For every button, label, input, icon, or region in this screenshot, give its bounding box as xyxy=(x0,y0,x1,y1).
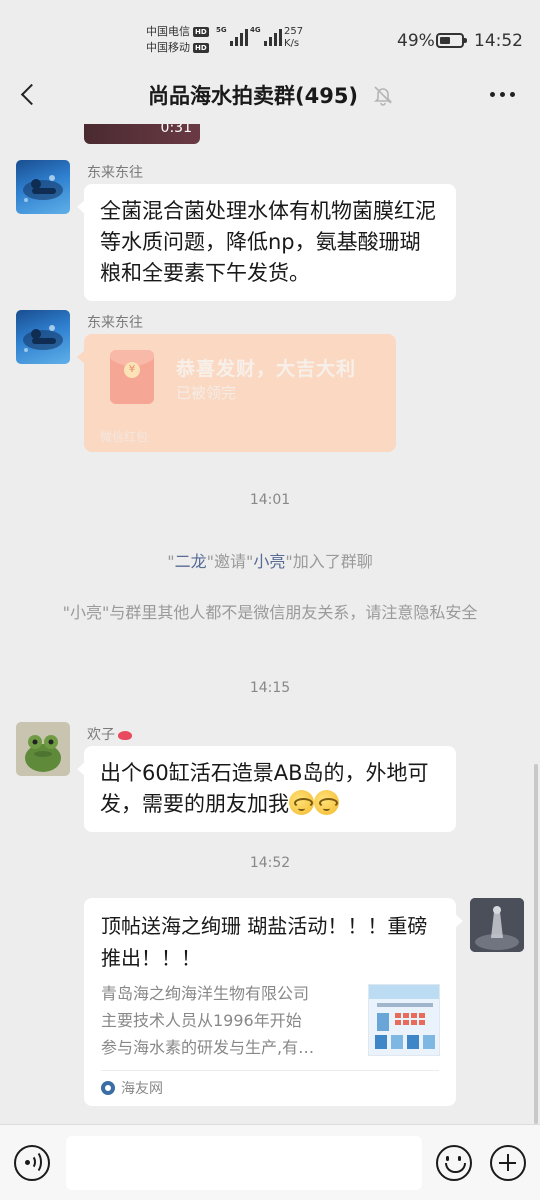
input-bar xyxy=(0,1124,540,1200)
avatar[interactable] xyxy=(16,722,70,776)
carrier-1: 中国电信 xyxy=(146,25,190,38)
bell-off-icon xyxy=(374,86,392,106)
shared-link-card[interactable]: 顶帖送海之绚珊 瑚盐活动！！！重磅推出！！！ 青岛海之绚海洋生物有限公司 主要技… xyxy=(84,898,463,1106)
network-speed: 257 K/s xyxy=(284,26,304,49)
source-logo-icon xyxy=(101,1081,115,1095)
carrier-info: 中国电信 HD 中国移动 HD xyxy=(146,24,209,56)
smirk-emoji-icon xyxy=(289,790,314,815)
chat-header: 尚品海水拍卖群(495) xyxy=(0,64,540,124)
battery-icon xyxy=(436,33,467,48)
smirk-emoji-icon xyxy=(314,790,339,815)
card-thumbnail xyxy=(368,984,440,1056)
timestamp: 14:52 xyxy=(249,855,291,871)
voice-icon[interactable] xyxy=(14,1145,50,1181)
hd-badge-1: HD xyxy=(193,27,209,37)
diver-avatar-image xyxy=(23,325,63,352)
message-input[interactable] xyxy=(66,1136,422,1190)
red-packet-title: 恭喜发财，大吉大利 xyxy=(176,358,357,380)
emoji-icon[interactable] xyxy=(436,1145,472,1181)
frog-avatar-image xyxy=(25,735,61,772)
carrier-2: 中国移动 xyxy=(146,41,190,54)
message-bubble[interactable]: 出个60缸活石造景AB岛的，外地可发，需要的朋友加我 xyxy=(77,746,456,832)
system-privacy-notice: "小亮"与群里其他人都不是微信朋友关系，请注意隐私安全 xyxy=(62,603,478,622)
diver-avatar-image xyxy=(23,175,63,202)
status-bar: 中国电信 HD 中国移动 HD 5G 4G 257 K/s 49% 14:52 xyxy=(0,0,540,64)
sender-name: 东来东往 xyxy=(87,165,143,181)
red-packet-status: 已被领完 xyxy=(176,384,237,402)
battery-percent: 49% xyxy=(397,31,435,51)
card-description: 青岛海之绚海洋生物有限公司 主要技术人员从1996年开始 参与海水素的研发与生产… xyxy=(101,984,315,1057)
signal-4g-icon: 4G xyxy=(250,26,282,46)
my-avatar[interactable] xyxy=(470,898,524,952)
system-invite-notice: "二龙"邀请"小亮"加入了群聊 xyxy=(167,552,373,571)
signal-5g-icon: 5G xyxy=(216,26,248,46)
hd-badge-2: HD xyxy=(193,43,209,53)
message-bubble[interactable]: 全菌混合菌处理水体有机物菌膜红泥等水质问题，降低np，氨基酸珊瑚粮和全要素下午发… xyxy=(77,184,456,301)
video-duration: 0:31 xyxy=(160,124,192,136)
card-title: 顶帖送海之绚珊 瑚盐活动！！！重磅推出！！！ xyxy=(101,914,428,970)
red-packet-icon: ¥ xyxy=(110,350,154,404)
red-packet-message[interactable]: ¥ 恭喜发财，大吉大利 已被领完 微信红包 xyxy=(77,334,396,452)
red-packet-label: 微信红包 xyxy=(100,430,149,444)
lips-emoji-icon xyxy=(118,730,132,740)
avatar[interactable] xyxy=(16,310,70,364)
card-divider xyxy=(101,1070,439,1071)
plus-icon[interactable] xyxy=(490,1145,526,1181)
self-avatar-image xyxy=(470,898,524,952)
chat-history[interactable]: 0:31 东来东往 全菌混合菌处理水体有机物菌膜红泥等水质问题，降低np，氨基酸… xyxy=(0,124,540,1124)
video-message[interactable]: 0:31 xyxy=(84,124,200,144)
timestamp: 14:15 xyxy=(249,680,291,696)
scrollbar[interactable] xyxy=(534,764,538,1124)
sender-name: 欢子 xyxy=(87,724,132,744)
timestamp: 14:01 xyxy=(249,492,291,508)
inviter-link[interactable]: 二龙 xyxy=(175,552,207,571)
sender-name: 东来东往 xyxy=(87,315,143,331)
status-time: 14:52 xyxy=(474,31,523,51)
invitee-link[interactable]: 小亮 xyxy=(253,552,285,571)
avatar[interactable] xyxy=(16,160,70,214)
back-icon[interactable] xyxy=(16,80,44,108)
chat-title[interactable]: 尚品海水拍卖群(495) xyxy=(148,80,358,110)
card-source: 海友网 xyxy=(101,1078,163,1098)
more-dots-icon[interactable] xyxy=(482,80,522,108)
